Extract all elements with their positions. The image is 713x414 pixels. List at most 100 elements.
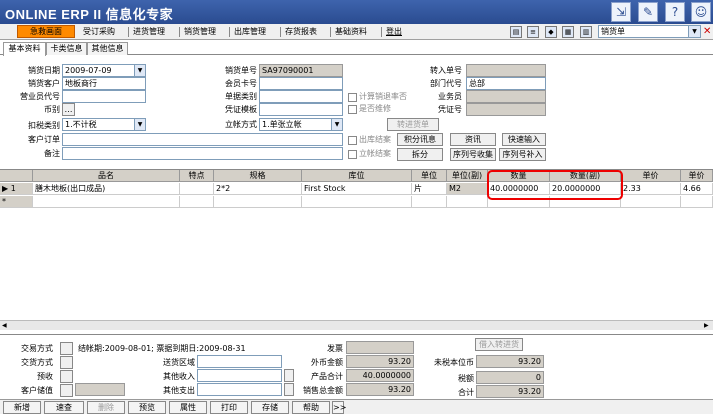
order-field[interactable] <box>62 133 343 146</box>
cell-spec[interactable]: 2*2 <box>214 183 302 195</box>
remark-field[interactable] <box>62 147 343 160</box>
trade-lookup-button[interactable] <box>60 342 73 355</box>
chevron-down-icon[interactable]: ▼ <box>134 65 145 76</box>
menu-purchase-mgmt[interactable]: 进货管理 <box>133 25 165 39</box>
new-row-cell[interactable] <box>214 196 302 208</box>
grid-icon[interactable]: ▦ <box>562 26 574 38</box>
account-close-checkbox[interactable] <box>348 150 357 159</box>
member-field[interactable] <box>259 77 343 90</box>
menu-stock-report[interactable]: 存货报表 <box>285 25 317 39</box>
grid-corner <box>0 170 33 182</box>
calc-return-checkbox[interactable] <box>348 93 357 102</box>
dept-field[interactable]: 总部 <box>466 77 546 90</box>
points-info-button[interactable]: 积分讯息 <box>397 133 443 146</box>
split-button[interactable]: 拆分 <box>397 148 443 161</box>
new-row-cell[interactable] <box>447 196 488 208</box>
export-icon[interactable]: ⇲ <box>611 2 631 22</box>
menu-outbound-mgmt[interactable]: 出库管理 <box>234 25 266 39</box>
close-icon[interactable]: ✕ <box>703 26 713 38</box>
help-button[interactable]: 帮助 <box>292 401 330 414</box>
cell-unit[interactable]: 片 <box>412 183 447 195</box>
product-total-field: 40.0000000 <box>346 369 414 382</box>
cell-price2[interactable]: 4.66 <box>681 183 713 195</box>
properties-button[interactable]: 属性 <box>169 401 207 414</box>
scroll-right-icon[interactable]: ▶ <box>704 322 709 329</box>
info-button[interactable]: 资讯 <box>450 133 496 146</box>
new-button[interactable]: 新增 <box>3 401 41 414</box>
col-header-unit[interactable]: 单位 <box>412 170 447 182</box>
scroll-left-icon[interactable]: ◀ <box>2 322 7 329</box>
chevron-down-icon[interactable]: ▼ <box>134 119 145 130</box>
cell-feature[interactable] <box>180 183 214 195</box>
transfer-purchase-button[interactable]: 转进货单 <box>387 118 439 131</box>
delete-button[interactable]: 删除 <box>87 401 125 414</box>
other-out-field[interactable] <box>197 383 282 396</box>
menu-sales-mgmt[interactable]: 销货管理 <box>184 25 216 39</box>
prepay-lookup-button[interactable] <box>60 370 73 383</box>
menu-order-purchase[interactable]: 受订采购 <box>83 25 115 39</box>
maintenance-checkbox[interactable] <box>348 105 357 114</box>
user-icon[interactable]: ☺ <box>691 2 711 22</box>
ship-area-field[interactable] <box>197 355 282 368</box>
salesperson-label: 营业员代号 <box>20 92 60 101</box>
help-icon[interactable]: ? <box>665 2 685 22</box>
tab-strip: 基本资料 卡类信息 其他信息 <box>0 41 713 56</box>
new-row-indicator[interactable]: * <box>0 196 33 208</box>
doc-type-select[interactable]: 销货单 <box>598 25 701 38</box>
save-button[interactable]: 存储 <box>251 401 289 414</box>
outbound-close-checkbox[interactable] <box>348 136 357 145</box>
new-row-cell[interactable] <box>412 196 447 208</box>
layout-icon[interactable]: ▥ <box>580 26 592 38</box>
new-row-cell[interactable] <box>681 196 713 208</box>
other-in-field[interactable] <box>197 369 282 382</box>
new-row-cell[interactable] <box>33 196 180 208</box>
doc-icon[interactable]: ▤ <box>510 26 522 38</box>
cell-price[interactable]: 2.33 <box>621 183 681 195</box>
tab-other[interactable]: 其他信息 <box>87 42 128 55</box>
horizontal-scrollbar[interactable]: ◀ ▶ <box>0 320 713 330</box>
other-in-lookup-button[interactable] <box>284 369 294 382</box>
biz-field <box>466 90 546 103</box>
row-indicator[interactable]: ▶ 1 <box>0 183 33 195</box>
menu-quick-screen[interactable]: 急救画面 <box>17 25 75 38</box>
col-header-spec[interactable]: 规格 <box>214 170 302 182</box>
salesperson-field[interactable] <box>62 90 146 103</box>
new-row-cell[interactable] <box>621 196 681 208</box>
cert-field[interactable] <box>259 103 343 116</box>
serial-add-button[interactable]: 序列号补入 <box>499 148 546 161</box>
new-row-cell[interactable] <box>302 196 412 208</box>
cell-name[interactable]: 膳木地板(出口成品) <box>33 183 180 195</box>
currency-lookup-button[interactable]: … <box>62 103 75 116</box>
new-row-cell[interactable] <box>180 196 214 208</box>
col-header-name[interactable]: 品名 <box>33 170 180 182</box>
calc-return-label: 计算销退率否 <box>359 92 407 101</box>
more-button[interactable]: >> <box>332 401 346 414</box>
col-header-stock[interactable]: 库位 <box>302 170 412 182</box>
borrow-transfer-button[interactable]: 借入转进货 <box>475 338 523 351</box>
col-header-price[interactable]: 单价 <box>621 170 681 182</box>
quick-input-button[interactable]: 快速输入 <box>502 133 546 146</box>
menu-logout[interactable]: 登出 <box>386 25 402 39</box>
customer-field[interactable]: 地板商行 <box>62 77 146 90</box>
chevron-down-icon[interactable]: ▼ <box>331 119 342 130</box>
menu-separator <box>128 27 129 37</box>
cube-icon[interactable]: ◆ <box>545 26 557 38</box>
deposit-lookup-button[interactable] <box>60 384 73 397</box>
ship-lookup-button[interactable] <box>60 356 73 369</box>
col-header-unit2[interactable]: 单位(副) <box>447 170 488 182</box>
list-icon[interactable]: ≡ <box>527 26 539 38</box>
chevron-down-icon[interactable]: ▼ <box>688 26 700 37</box>
doc-cat-field[interactable] <box>259 90 343 103</box>
cell-stock[interactable]: First Stock <box>302 183 412 195</box>
serial-collect-button[interactable]: 序列号收集 <box>450 148 496 161</box>
quick-search-button[interactable]: 速查 <box>44 401 84 414</box>
col-header-price2[interactable]: 单价 <box>681 170 713 182</box>
menu-basic-data[interactable]: 基础资料 <box>335 25 367 39</box>
edit-icon[interactable]: ✎ <box>638 2 658 22</box>
tab-card[interactable]: 卡类信息 <box>46 42 87 55</box>
maintenance-label: 是否维修 <box>359 104 391 113</box>
tab-basic[interactable]: 基本资料 <box>3 42 46 56</box>
print-button[interactable]: 打印 <box>210 401 248 414</box>
col-header-feature[interactable]: 特点 <box>180 170 214 182</box>
preview-button[interactable]: 预览 <box>128 401 166 414</box>
